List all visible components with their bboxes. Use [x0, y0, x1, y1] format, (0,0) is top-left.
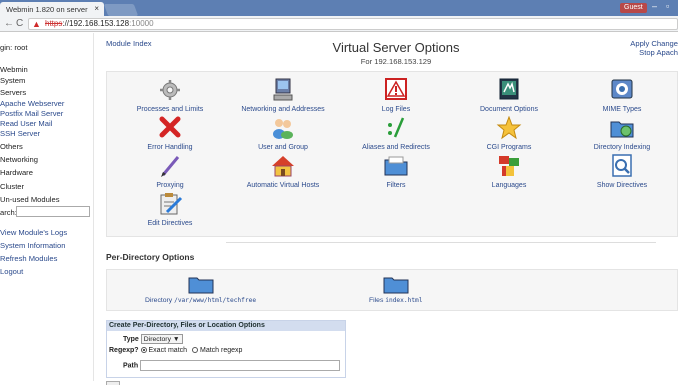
alias-icon: [388, 117, 405, 138]
per-directory-title: Per-Directory Options: [106, 252, 195, 262]
star-icon: [496, 116, 522, 140]
sidebar-item-networking[interactable]: Networking: [0, 155, 38, 164]
webmin-sidebar: gin: root Webmin System Servers Apache W…: [0, 33, 94, 381]
type-row: Type Directory ▼: [123, 334, 183, 344]
search-label: arch:: [0, 208, 17, 217]
address-bar: ← C ▲ https://192.168.153.128:10000: [0, 16, 678, 32]
sidebar-item-servers[interactable]: Servers: [0, 88, 26, 97]
house-icon: [272, 156, 294, 177]
sidebar-item-ssh[interactable]: SSH Server: [0, 129, 40, 138]
option-languages[interactable]: Languages: [454, 154, 564, 189]
tab-title: Webmin 1.820 on server: [6, 5, 88, 14]
type-select[interactable]: Directory ▼: [140, 334, 183, 344]
option-log-files[interactable]: Log Files: [341, 78, 451, 113]
warning-icon: [385, 78, 407, 100]
path-row: Path: [123, 360, 341, 371]
tab-close-icon[interactable]: ×: [94, 4, 99, 13]
url-scheme: https: [45, 19, 63, 28]
sidebar-item-postfix[interactable]: Postfix Mail Server: [0, 109, 63, 118]
regexp-row: Regexp? Exact match Match regexp: [109, 347, 243, 354]
option-show-directives[interactable]: Show Directives: [567, 154, 677, 189]
url-port: :10000: [129, 19, 154, 28]
files-entry[interactable]: Files index.html: [369, 274, 423, 304]
page-title: Virtual Server Options: [332, 40, 460, 55]
users-icon: [273, 119, 293, 139]
sidebar-item-system[interactable]: System: [0, 76, 25, 85]
maximize-icon[interactable]: ▫: [666, 1, 669, 11]
minimize-icon[interactable]: –: [652, 1, 657, 11]
sidebar-item-cluster[interactable]: Cluster: [0, 182, 24, 191]
browser-titlebar: Webmin 1.820 on server × Guest – ▫: [0, 0, 678, 16]
filter-folder-icon: [384, 156, 408, 176]
option-automatic-virtual-hosts[interactable]: Automatic Virtual Hosts: [228, 154, 338, 189]
option-error-handling[interactable]: Error Handling: [115, 116, 225, 151]
document-icon: [499, 78, 519, 100]
logout-link[interactable]: Logout: [0, 267, 23, 276]
gear-icon: [160, 80, 180, 100]
url-host: 192.168.153.128: [69, 19, 130, 28]
apply-changes-link[interactable]: Apply Change: [630, 39, 678, 48]
view-module-logs-link[interactable]: View Module's Logs: [0, 228, 67, 237]
url-input[interactable]: ▲ https://192.168.153.128:10000: [28, 18, 678, 30]
sidebar-item-unused-modules[interactable]: Un-used Modules: [0, 195, 60, 204]
option-processes-and-limits[interactable]: Processes and Limits: [115, 78, 225, 113]
guest-badge[interactable]: Guest: [620, 3, 647, 13]
search-input[interactable]: [16, 206, 90, 217]
proxy-pen-icon: [161, 156, 180, 177]
stop-apache-link[interactable]: Stop Apach: [630, 48, 678, 57]
create-button[interactable]: [106, 381, 120, 385]
system-information-link[interactable]: System Information: [0, 241, 65, 250]
match-regexp-radio[interactable]: [191, 347, 198, 354]
sidebar-item-read-user-mail[interactable]: Read User Mail: [0, 119, 52, 128]
browser-tab[interactable]: Webmin 1.820 on server ×: [0, 2, 104, 16]
flags-icon: [499, 156, 519, 176]
option-cgi-programs[interactable]: CGI Programs: [454, 116, 564, 151]
mime-icon: [611, 79, 633, 99]
refresh-modules-link[interactable]: Refresh Modules: [0, 254, 57, 263]
option-document-options[interactable]: Document Options: [454, 78, 564, 113]
folder-icon: [188, 277, 214, 294]
reload-icon[interactable]: C: [16, 18, 23, 29]
option-proxying[interactable]: Proxying: [115, 154, 225, 189]
options-grid: Processes and Limits Networking and Addr…: [106, 71, 678, 237]
directory-index-icon: [610, 121, 634, 138]
back-icon[interactable]: ←: [4, 18, 14, 29]
directory-entry[interactable]: Directory /var/www/html/techfree: [145, 274, 256, 304]
sidebar-item-apache[interactable]: Apache Webserver: [0, 99, 64, 108]
insecure-warning-icon[interactable]: ▲: [32, 19, 41, 29]
option-filters[interactable]: Filters: [341, 154, 451, 189]
magnifier-icon: [612, 154, 632, 177]
option-networking-and-addresses[interactable]: Networking and Addresses: [228, 78, 338, 113]
option-aliases-and-redirects[interactable]: Aliases and Redirects: [341, 116, 451, 151]
path-input[interactable]: [140, 360, 341, 371]
per-directory-panel: Directory /var/www/html/techfree Files i…: [106, 269, 678, 311]
header-actions: Apply Change Stop Apach: [630, 39, 678, 57]
section-divider: [226, 242, 656, 243]
page-subtitle: For 192.168.153.129: [360, 57, 432, 66]
error-x-icon: [159, 116, 181, 138]
new-tab-button[interactable]: [103, 4, 139, 16]
module-index-link[interactable]: Module Index: [106, 39, 152, 48]
sidebar-item-hardware[interactable]: Hardware: [0, 168, 33, 177]
option-user-and-group[interactable]: User and Group: [228, 116, 338, 151]
main-content: Module Index Virtual Server Options For …: [96, 33, 678, 385]
form-title: Create Per-Directory, Files or Location …: [107, 321, 345, 331]
login-label: gin: root: [0, 43, 28, 52]
sidebar-item-webmin[interactable]: Webmin: [0, 65, 28, 74]
option-edit-directives[interactable]: Edit Directives: [115, 192, 225, 227]
create-options-form: Create Per-Directory, Files or Location …: [106, 320, 346, 378]
option-mime-types[interactable]: MIME Types: [567, 78, 677, 113]
option-directory-indexing[interactable]: Directory Indexing: [567, 116, 677, 151]
folder-icon: [383, 277, 409, 294]
network-monitor-icon: [273, 78, 293, 101]
exact-match-radio[interactable]: [140, 347, 147, 354]
edit-clipboard-icon: [160, 193, 183, 215]
sidebar-item-others[interactable]: Others: [0, 142, 23, 151]
